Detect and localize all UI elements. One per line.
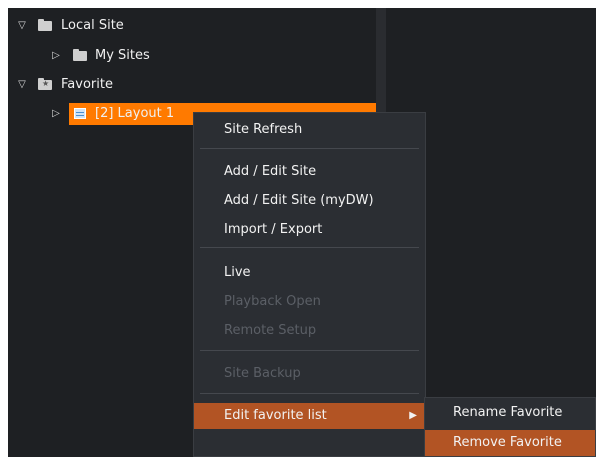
menu-separator bbox=[200, 148, 419, 149]
collapse-arrow-icon[interactable]: ▽ bbox=[16, 74, 28, 96]
tree-item-local-site[interactable]: ▽ Local Site bbox=[8, 15, 376, 37]
folder-icon bbox=[73, 49, 87, 61]
collapse-arrow-icon[interactable]: ▽ bbox=[16, 15, 28, 37]
expand-arrow-icon[interactable]: ▷ bbox=[50, 45, 62, 67]
menu-item-site-refresh[interactable]: Site Refresh bbox=[194, 117, 425, 143]
submenu-item-rename-favorite[interactable]: Rename Favorite bbox=[425, 400, 595, 426]
menu-item-live[interactable]: Live bbox=[194, 260, 425, 286]
favorite-submenu: Rename Favorite Remove Favorite bbox=[424, 397, 596, 457]
favorite-folder-icon: ★ bbox=[38, 78, 52, 90]
submenu-arrow-icon: ▶ bbox=[409, 410, 417, 421]
menu-item-import-export[interactable]: Import / Export bbox=[194, 217, 425, 243]
menu-item-add-edit-site[interactable]: Add / Edit Site bbox=[194, 159, 425, 185]
menu-separator bbox=[200, 393, 419, 394]
menu-item-add-edit-site-mydw[interactable]: Add / Edit Site (myDW) bbox=[194, 188, 425, 214]
tree-item-label: Local Site bbox=[61, 18, 124, 33]
expand-arrow-icon[interactable]: ▷ bbox=[50, 103, 62, 125]
menu-item-playback-open: Playback Open bbox=[224, 294, 321, 309]
menu-item-label: Edit favorite list bbox=[224, 408, 327, 423]
folder-icon bbox=[38, 19, 52, 31]
tree-item-label: [2] Layout 1 bbox=[95, 106, 175, 121]
tree-item-label: My Sites bbox=[95, 48, 150, 63]
menu-item-edit-favorite-list[interactable]: Edit favorite list ▶ bbox=[194, 403, 425, 429]
menu-separator bbox=[200, 247, 419, 248]
layout-icon bbox=[74, 108, 86, 119]
submenu-item-remove-favorite[interactable]: Remove Favorite bbox=[425, 430, 595, 456]
tree-item-favorite[interactable]: ▽ ★ Favorite bbox=[8, 74, 376, 96]
tree-item-my-sites[interactable]: ▷ My Sites bbox=[8, 45, 376, 67]
tree-item-label: Favorite bbox=[61, 77, 113, 92]
menu-item-site-backup: Site Backup bbox=[224, 366, 301, 381]
menu-item-remote-setup: Remote Setup bbox=[224, 323, 317, 338]
menu-separator bbox=[200, 350, 419, 351]
site-panel: ▽ Local Site ▷ My Sites ▽ ★ Favorite ▷ [… bbox=[8, 8, 596, 457]
context-menu: Site Refresh Add / Edit Site Add / Edit … bbox=[193, 112, 426, 457]
